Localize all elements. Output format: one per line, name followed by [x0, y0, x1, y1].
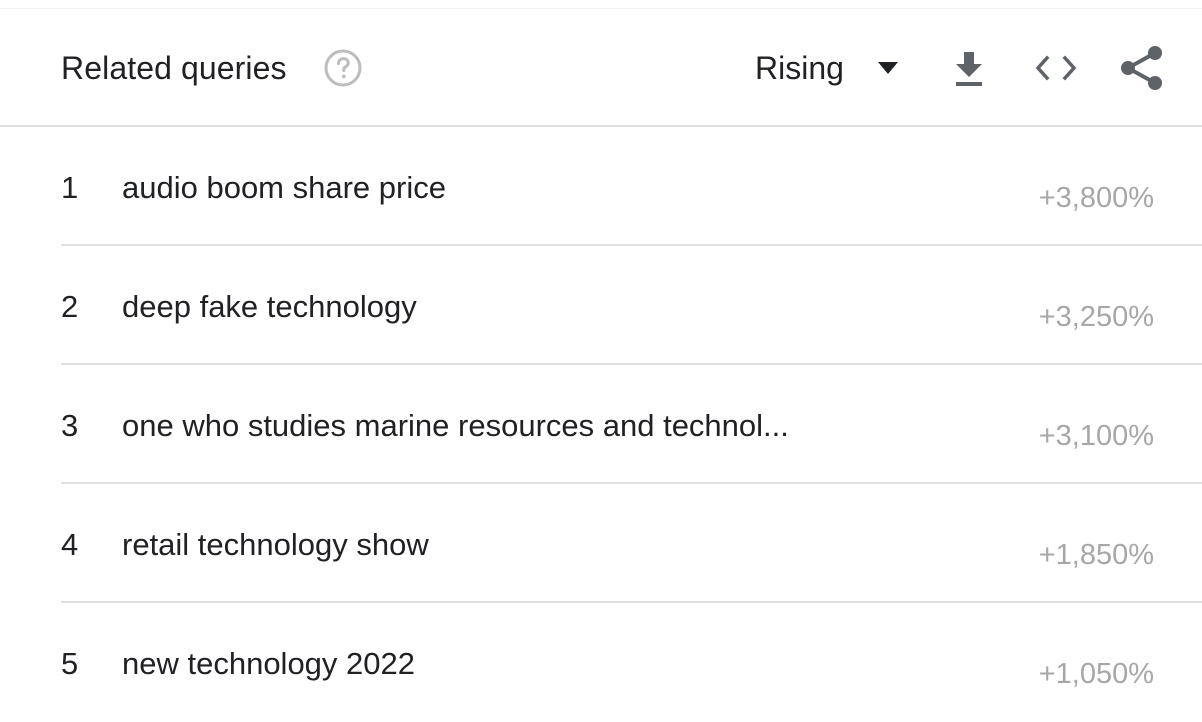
query-text[interactable]: deep fake technology: [122, 287, 417, 327]
help-circle-icon[interactable]: [323, 48, 363, 88]
query-text[interactable]: retail technology show: [122, 525, 429, 565]
share-icon[interactable]: [1118, 44, 1164, 92]
rising-value: +3,250%: [1038, 301, 1154, 333]
rising-top-selector[interactable]: Rising: [755, 48, 899, 88]
embed-code-icon[interactable]: [1033, 53, 1079, 83]
queries-list: 1 audio boom share price +3,800% 2 deep …: [0, 127, 1202, 722]
list-item[interactable]: 4 retail technology show +1,850%: [0, 484, 1202, 603]
download-icon[interactable]: [951, 50, 987, 88]
list-item[interactable]: 1 audio boom share price +3,800%: [0, 127, 1202, 246]
query-text[interactable]: new technology 2022: [122, 644, 415, 684]
widget-title: Related queries: [61, 50, 287, 86]
rank-number: 1: [61, 170, 79, 205]
rank-number: 2: [61, 289, 79, 324]
query-text[interactable]: one who studies marine resources and tec…: [122, 406, 789, 446]
rank-number: 5: [61, 646, 79, 681]
list-item[interactable]: 3 one who studies marine resources and t…: [0, 365, 1202, 484]
related-queries-widget: Related queries Rising 1 audio boom shar…: [0, 0, 1202, 715]
rank-number: 4: [61, 527, 79, 562]
selector-value: Rising: [755, 50, 844, 86]
rising-value: +3,800%: [1038, 182, 1154, 214]
rising-value: +1,850%: [1038, 539, 1154, 571]
list-item[interactable]: 2 deep fake technology +3,250%: [0, 246, 1202, 365]
rising-value: +1,050%: [1038, 658, 1154, 690]
caret-down-icon: [877, 62, 898, 74]
list-item[interactable]: 5 new technology 2022 +1,050%: [0, 603, 1202, 722]
query-text[interactable]: audio boom share price: [122, 168, 446, 208]
rising-value: +3,100%: [1038, 420, 1154, 452]
widget-header: Related queries Rising: [0, 0, 1202, 127]
rank-number: 3: [61, 408, 79, 443]
